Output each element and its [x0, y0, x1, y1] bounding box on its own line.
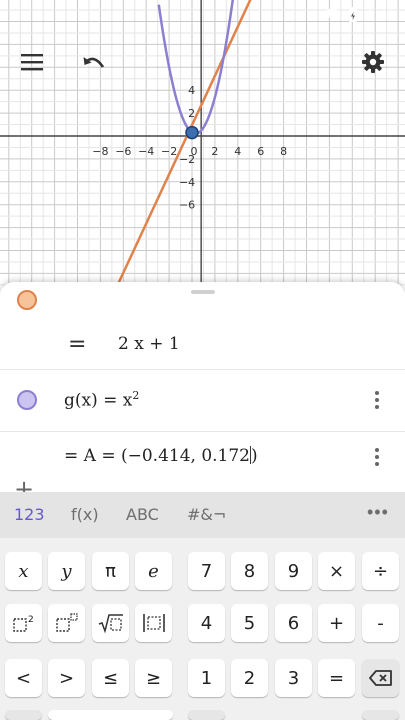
keyboard-tabs: 123 f(x) ABC #&¬ ••• [0, 492, 405, 538]
battery-icon [348, 7, 357, 22]
x-tick-label: 6 [257, 145, 264, 158]
gear-icon [362, 51, 384, 73]
key-5[interactable]: 5 [231, 604, 268, 642]
x-tick-label: −2 [161, 145, 177, 158]
equals-sign: = [68, 332, 87, 357]
key-8[interactable]: 8 [231, 552, 268, 590]
status-bar: 3:46 [275, 0, 405, 30]
key-bottom-3[interactable] [188, 710, 225, 720]
undo-button[interactable] [76, 44, 112, 80]
key-2[interactable]: 2 [231, 659, 268, 697]
function-g-base: g(x) = x [64, 390, 133, 411]
key-equals[interactable]: = [318, 659, 355, 697]
key-bottom-4[interactable] [362, 710, 399, 720]
x-tick-label: −4 [138, 145, 154, 158]
undo-icon [83, 57, 105, 68]
menu-button[interactable] [14, 44, 50, 80]
key-9[interactable]: 9 [275, 552, 312, 590]
visibility-toggle-f[interactable] [17, 290, 37, 310]
svg-text:2: 2 [28, 615, 34, 625]
more-options-a[interactable] [367, 445, 387, 469]
key-y[interactable]: y [48, 552, 85, 590]
key-power[interactable] [48, 604, 85, 642]
backspace-icon [368, 670, 392, 686]
x-tick-label: 4 [234, 145, 241, 158]
y-tick-label: −6 [179, 199, 195, 212]
grid [0, 0, 405, 300]
key-6[interactable]: 6 [275, 604, 312, 642]
key-3[interactable]: 3 [275, 659, 312, 697]
visibility-toggle-g[interactable] [17, 390, 37, 410]
abs-icon [142, 614, 165, 632]
x-tick-label: 2 [211, 145, 218, 158]
algebra-row-f[interactable]: = 2 x + 1 [0, 290, 405, 370]
geogebra-app: −8−6−4−20246842−2−4−6 3:46 [0, 0, 405, 720]
key-minus[interactable]: - [362, 604, 399, 642]
add-input-button[interactable]: + [14, 475, 34, 492]
x-tick-label: 8 [280, 145, 287, 158]
function-g-exponent: 2 [132, 389, 140, 402]
key-square[interactable]: 2 [5, 604, 42, 642]
point-a-closing: ) [251, 446, 258, 466]
tab-functions[interactable]: f(x) [71, 505, 99, 524]
function-g-expression[interactable]: g(x) = x2 [64, 389, 139, 411]
key-bottom-2[interactable] [48, 710, 173, 720]
y-tick-label: 4 [188, 84, 195, 97]
function-f-value[interactable]: 2 x + 1 [118, 334, 180, 354]
key-4[interactable]: 4 [188, 604, 225, 642]
key-sqrt[interactable] [92, 604, 129, 642]
tab-symbols[interactable]: #&¬ [187, 505, 226, 524]
hamburger-icon [21, 54, 43, 71]
settings-button[interactable] [355, 44, 391, 80]
x-tick-label: −8 [92, 145, 108, 158]
key-greater-equal[interactable]: ≥ [135, 659, 172, 697]
point-a-value: = A = (−0.414, 0.172 [64, 446, 250, 466]
x-tick-label: −6 [115, 145, 131, 158]
point-a[interactable] [185, 125, 199, 140]
tick-labels: −8 −6 −4 −2 0 2 4 6 842−2−4−6 [92, 84, 287, 212]
status-time: 3:46 [365, 6, 395, 24]
more-options-g[interactable] [367, 388, 387, 412]
y-tick-label: −2 [179, 153, 195, 166]
key-less-equal[interactable]: ≤ [92, 659, 129, 697]
algebra-row-a[interactable]: = A = (−0.414, 0.172) [0, 432, 405, 480]
key-less-than[interactable]: < [5, 659, 42, 697]
math-keyboard: 123 f(x) ABC #&¬ ••• x y π e 7 8 9 × ÷ 2… [0, 492, 405, 720]
key-pi[interactable]: π [92, 552, 129, 590]
key-e[interactable]: e [135, 552, 172, 590]
y-tick-label: −4 [179, 176, 195, 189]
key-abs[interactable] [135, 604, 172, 642]
key-backspace[interactable] [362, 659, 399, 697]
key-1[interactable]: 1 [188, 659, 225, 697]
key-x[interactable]: x [5, 552, 42, 590]
tab-numbers[interactable]: 123 [14, 505, 45, 524]
key-7[interactable]: 7 [188, 552, 225, 590]
key-divide[interactable]: ÷ [362, 552, 399, 590]
sqrt-icon [98, 614, 123, 633]
tab-letters[interactable]: ABC [126, 505, 159, 524]
graph-canvas[interactable]: −8 −6 −4 −2 0 2 4 6 842−2−4−6 [0, 0, 405, 300]
algebra-row-g[interactable]: g(x) = x2 [0, 370, 405, 432]
key-plus[interactable]: + [318, 604, 355, 642]
key-times[interactable]: × [318, 552, 355, 590]
key-bottom-1[interactable] [5, 710, 42, 720]
square-icon: 2 [12, 615, 34, 632]
point-a-input[interactable]: = A = (−0.414, 0.172) [64, 446, 258, 466]
wifi-icon [324, 8, 340, 21]
power-icon [55, 613, 78, 632]
key-greater-than[interactable]: > [48, 659, 85, 697]
algebra-panel: = 2 x + 1 g(x) = x2 = A = (−0.414, 0.172… [0, 282, 405, 492]
more-tabs-icon[interactable]: ••• [367, 502, 389, 523]
axes [0, 0, 405, 300]
